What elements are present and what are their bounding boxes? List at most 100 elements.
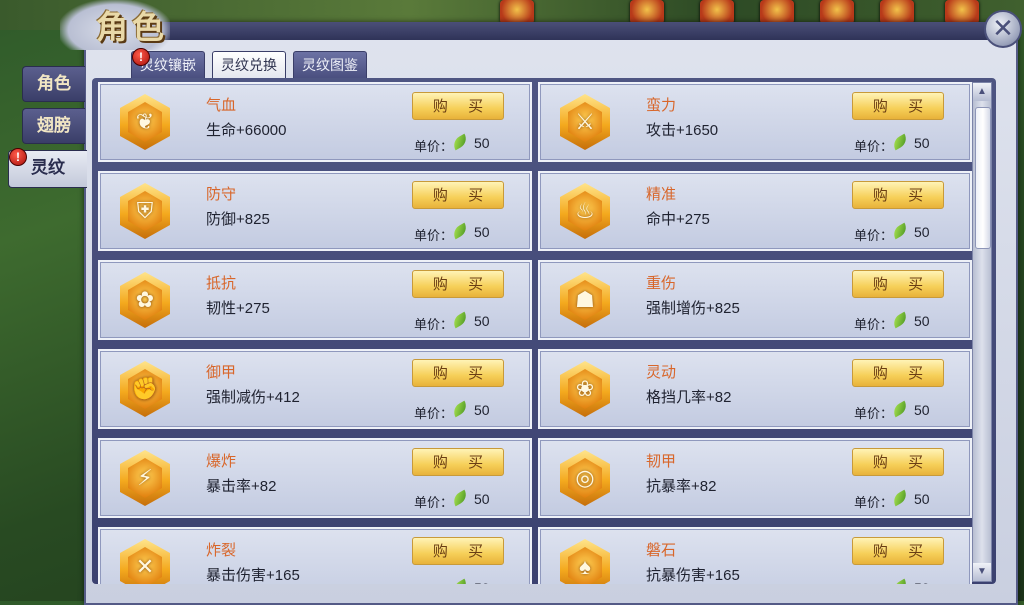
rune-stat: 抗暴伤害+165: [646, 567, 740, 584]
rune-stat: 韧性+275: [206, 300, 270, 317]
unit-price-label: 单价：: [414, 139, 454, 154]
rune-stat: 命中+275: [646, 211, 710, 228]
rune-card: ♠ 磐石 抗暴伤害+165 购 买 单价： 50: [538, 527, 972, 584]
unit-price-label: 单价：: [854, 406, 894, 421]
unit-price-value: 50: [914, 402, 930, 418]
scene-item-icon: [945, 0, 979, 24]
rune-name: 灵动: [646, 364, 677, 381]
jade-leaf-icon: [890, 133, 910, 151]
rune-card: ❦ 气血 生命+66000 购 买 单价： 50: [98, 82, 532, 162]
jade-leaf-icon: [890, 311, 910, 329]
rune-name: 韧甲: [646, 453, 677, 470]
unit-price-label: 单价：: [414, 317, 454, 332]
buy-button[interactable]: 购 买: [852, 359, 944, 387]
panel-header-band: [84, 22, 1018, 40]
rune-name: 防守: [206, 186, 237, 203]
rune-stat: 攻击+1650: [646, 122, 719, 139]
buy-button[interactable]: 购 买: [852, 92, 944, 120]
scene-item-icon: [880, 0, 914, 24]
buy-button[interactable]: 购 买: [412, 359, 504, 387]
unit-price-value: 50: [914, 580, 930, 584]
lightning-icon: ⚡: [137, 465, 153, 490]
unit-price-value: 50: [474, 491, 490, 507]
unit-price-label: 单价：: [854, 581, 893, 584]
buy-button[interactable]: 购 买: [412, 181, 504, 209]
tab-rune-exchange[interactable]: 灵纹兑换: [212, 51, 286, 79]
fire-icon: ♠: [579, 554, 591, 579]
jade-leaf-icon: [890, 578, 910, 584]
rune-card: ☗ 重伤 强制增伤+825 购 买 单价： 50: [538, 260, 972, 340]
unit-price-value: 50: [474, 402, 490, 418]
unit-price-label: 单价：: [854, 139, 894, 154]
scroll-up-icon[interactable]: ▲: [973, 83, 991, 101]
scene-item-icon: [760, 0, 794, 24]
rune-name: 重伤: [646, 275, 677, 292]
jade-leaf-icon: [450, 133, 470, 151]
leaf-icon: ❦: [135, 109, 155, 134]
rune-card: ◎ 韧甲 抗暴率+82 购 买 单价： 50: [538, 438, 972, 518]
rune-stat: 防御+825: [206, 211, 270, 228]
swirl-icon: ◎: [575, 465, 595, 490]
lotus-icon: ❀: [575, 376, 595, 401]
scene-item-icon: [500, 0, 534, 24]
rune-stat: 格挡几率+82: [646, 389, 732, 406]
jade-leaf-icon: [890, 222, 910, 240]
tab-rune-codex[interactable]: 灵纹图鉴: [293, 51, 367, 79]
hud-bottom-decoration: [365, 584, 525, 601]
unit-price-label: 单价：: [854, 317, 894, 332]
rune-stat: 生命+66000: [206, 122, 287, 139]
alert-icon: !: [132, 48, 150, 66]
unit-price-value: 50: [474, 224, 490, 240]
unit-price-value: 50: [914, 224, 930, 240]
side-tab-character[interactable]: 角色: [22, 66, 85, 102]
scroll-thumb[interactable]: [975, 107, 991, 249]
rune-name: 蛮力: [646, 97, 677, 114]
unit-price-value: 50: [914, 491, 930, 507]
unit-price-label: 单价：: [854, 495, 894, 510]
arm-icon: ☗: [575, 287, 595, 312]
buy-button[interactable]: 购 买: [852, 537, 944, 565]
buy-button[interactable]: 购 买: [852, 270, 944, 298]
jade-leaf-icon: [450, 311, 470, 329]
rune-card: ✊ 御甲 强制减伤+412 购 买 单价： 50: [98, 349, 532, 429]
buy-button[interactable]: 购 买: [412, 537, 504, 565]
rune-name: 爆炸: [206, 453, 237, 470]
rune-name: 御甲: [206, 364, 237, 381]
buy-button[interactable]: 购 买: [852, 181, 944, 209]
side-tab-wings[interactable]: 翅膀: [22, 108, 85, 144]
rune-card: ❀ 灵动 格挡几率+82 购 买 单价： 50: [538, 349, 972, 429]
rune-stat: 抗暴率+82: [646, 478, 717, 495]
rune-card: ♨ 精准 命中+275 购 买 单价： 50: [538, 171, 972, 251]
shield-icon: ⛨: [136, 198, 154, 223]
rune-name: 磐石: [646, 542, 677, 559]
scene-item-icon: [700, 0, 734, 24]
unit-price-value: 50: [914, 135, 930, 151]
unit-price-label: 单价：: [854, 228, 894, 243]
buy-button[interactable]: 购 买: [412, 270, 504, 298]
rune-stat: 强制增伤+825: [646, 300, 740, 317]
jade-leaf-icon: [450, 489, 470, 507]
buy-button[interactable]: 购 买: [412, 92, 504, 120]
rune-card: ⚡ 爆炸 暴击率+82 购 买 单价： 50: [98, 438, 532, 518]
unit-price-value: 50: [474, 135, 490, 151]
jade-leaf-icon: [890, 489, 910, 507]
close-button[interactable]: ✕: [984, 10, 1022, 48]
rune-card: ✿ 抵抗 韧性+275 购 买 单价： 50: [98, 260, 532, 340]
buy-button[interactable]: 购 买: [852, 448, 944, 476]
panel-title: 角色: [96, 8, 169, 46]
unit-price-value: 50: [914, 313, 930, 329]
rune-stat: 暴击伤害+165: [206, 567, 300, 584]
unit-price-label: 单价：: [414, 495, 454, 510]
jade-leaf-icon: [450, 400, 470, 418]
rune-name: 精准: [646, 186, 677, 203]
cloud-icon: ✿: [135, 287, 155, 312]
buy-button[interactable]: 购 买: [412, 448, 504, 476]
scroll-down-icon[interactable]: ▼: [973, 563, 991, 581]
flame-icon: ♨: [575, 198, 595, 223]
scrollbar[interactable]: ▲ ▼: [972, 82, 992, 582]
alert-icon: !: [9, 148, 27, 166]
rune-stat: 强制减伤+412: [206, 389, 300, 406]
rune-card: ⛨ 防守 防御+825 购 买 单价： 50: [98, 171, 532, 251]
rune-name: 气血: [206, 97, 237, 114]
unit-price-label: 单价：: [414, 406, 454, 421]
